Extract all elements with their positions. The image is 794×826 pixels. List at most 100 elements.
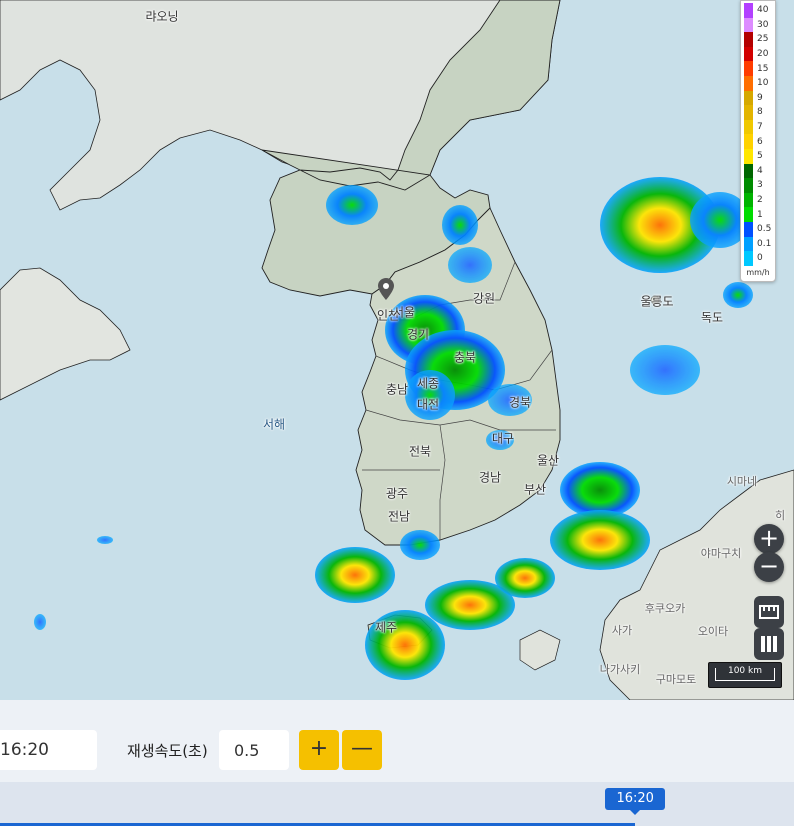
legend-row: 1 [741,207,775,222]
label-jeonnam: 전남 [387,509,411,524]
legend-row: 30 [741,17,775,33]
legend-swatch [744,32,753,47]
label-gyeongnam: 경남 [478,470,502,485]
legend-row: 5 [741,148,775,164]
label-oita: 오이타 [697,625,729,638]
label-laoning: 랴오닝 [145,9,179,24]
legend-swatch [744,207,753,222]
playback-controls: 16:20 재생속도(초) 0.5 + — [0,700,794,782]
legend-row: 3 [741,178,775,193]
legend-swatch [744,192,753,208]
zoom-in-button[interactable]: + [754,524,784,554]
label-gwangju: 광주 [385,486,409,501]
legend-swatch [744,61,753,76]
legend-row: 8 [741,105,775,120]
speed-field[interactable]: 0.5 [219,730,289,770]
legend-label: 25 [757,34,769,45]
scale-label: 100 km [727,666,763,676]
legend-swatch [744,148,753,164]
legend-label: 2 [757,195,763,206]
legend-label: 7 [757,122,763,133]
ruler-icon [759,605,779,619]
label-shimane: 시마네 [726,475,758,488]
label-gyeonggi: 경기 [406,327,430,342]
label-west-sea: 서해 [262,417,286,432]
legend-swatch [744,105,753,120]
speed-minus-button[interactable]: — [342,730,382,770]
legend-row: 0.5 [741,221,775,237]
legend-row: 0 [741,251,775,266]
label-gyeongbuk: 경북 [508,395,532,410]
label-daejeon: 대전 [416,397,440,412]
label-nagasaki: 나가사키 [599,663,641,676]
legend-label: 4 [757,165,763,176]
legend-row: 10 [741,75,775,91]
label-chungnam: 충남 [385,382,409,397]
legend-swatch [744,119,753,135]
label-yamaguchi: 야마구치 [700,547,742,560]
label-dokdo: 독도 [700,310,724,325]
legend-label: 20 [757,49,769,60]
legend-label: 1 [757,209,763,220]
label-busan: 부산 [523,482,547,497]
label-seoul: 서울 [392,305,416,320]
legend-row: 20 [741,46,775,62]
ruler-tool-button[interactable] [754,596,784,628]
legend-row: 4 [741,163,775,179]
location-pin-icon[interactable] [378,278,394,300]
legend-row: 9 [741,90,775,106]
label-jeonbuk: 전북 [408,444,432,459]
legend-label: 0 [757,253,763,264]
legend-row: 15 [741,61,775,76]
map-base [0,0,794,700]
legend-label: 9 [757,92,763,103]
legend-swatch [744,46,753,62]
zoom-out-button[interactable]: − [754,552,784,582]
label-jeju: 제주 [374,620,398,635]
legend-swatch [744,236,753,252]
legend-label: 0.5 [757,224,772,235]
legend-label: 30 [757,19,769,30]
label-saga: 사가 [611,624,633,637]
legend-swatch [744,221,753,237]
radar-map[interactable]: 랴오닝 강원 인천 서울 경기 충북 충남 세종 대전 경북 대구 전북 경남 … [0,0,794,700]
label-ulleungdo: 울릉도 [640,294,674,309]
legend-swatch [744,90,753,106]
legend-label: 0.1 [757,238,772,249]
legend-row: 2 [741,192,775,208]
rainfall-legend: 40 30 25 20 15 10 9 8 7 6 5 4 3 2 1 0.5 0.1 0 mm/h [740,0,776,282]
label-kumamoto: 구마모토 [655,673,697,686]
legend-label: 5 [757,151,763,162]
label-fukuoka: 후쿠오카 [644,602,686,615]
legend-swatch [744,75,753,91]
map-zoom-controls: + − [754,524,784,660]
legend-unit: mm/h [746,267,770,277]
label-ulsan: 울산 [536,453,560,468]
label-sejong: 세종 [416,376,440,391]
legend-swatch [744,178,753,193]
legend-row: 0.1 [741,236,775,252]
timeline-current-time[interactable]: 16:20 [605,788,666,815]
time-field[interactable]: 16:20 [0,730,97,770]
speed-plus-button[interactable]: + [299,730,339,770]
legend-row: 25 [741,32,775,47]
label-chungbuk: 충북 [453,350,477,365]
layers-tool-button[interactable] [754,628,784,660]
legend-swatch [744,251,753,266]
legend-row: 6 [741,134,775,149]
scale-bar: 100 km [708,662,782,688]
legend-label: 8 [757,107,763,118]
legend-swatch [744,3,753,18]
legend-row: 7 [741,119,775,135]
legend-row: 40 [741,3,775,18]
legend-label: 6 [757,136,763,147]
legend-label: 15 [757,63,769,74]
legend-label: 10 [757,78,769,89]
legend-label: 3 [757,180,763,191]
timeline[interactable]: 16:20 [0,782,794,826]
bars-icon [761,636,777,652]
legend-swatch [744,134,753,149]
label-hiroshima: 히 [774,509,786,522]
label-gangwon: 강원 [472,291,496,306]
legend-swatch [744,17,753,33]
